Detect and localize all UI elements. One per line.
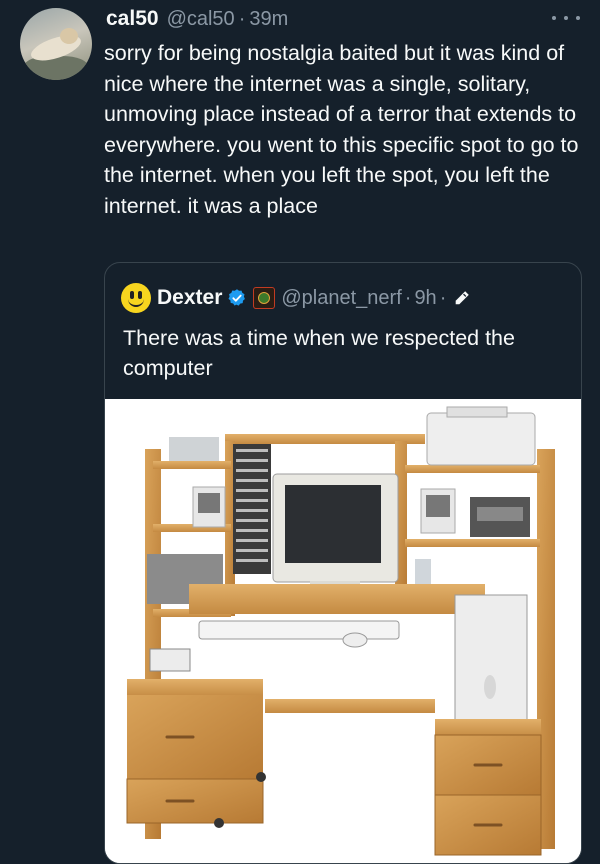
pencil-icon [456,291,470,305]
separator-dot: · [238,7,246,30]
avatar[interactable] [20,8,92,80]
tweet-media-image[interactable] [105,399,581,863]
author-display-name[interactable]: cal50 [106,7,159,31]
quoted-author-handle[interactable]: @planet_nerf [281,287,401,310]
more-horizontal-icon [552,16,556,20]
quoted-avatar[interactable] [121,283,151,313]
author-handle[interactable]: @cal50 [167,8,235,31]
verified-badge-icon [228,289,246,306]
computer-desk-photo [105,399,581,863]
separator-dot: · [404,286,412,309]
quoted-tweet-header: Dexter @planet_nerf · 9h · [121,283,471,313]
quoted-timestamp[interactable]: 9h [414,287,436,310]
tweet-header: cal50 @cal50 · 39m [106,4,288,34]
separator-dot: · [439,286,447,309]
more-options-button[interactable] [552,8,580,28]
tweet[interactable]: cal50 @cal50 · 39m sorry for being nosta… [0,0,600,864]
quoted-tweet-text: There was a time when we respected the c… [123,326,515,380]
quoted-tweet[interactable]: Dexter @planet_nerf · 9h · There was a t… [104,262,582,864]
quoted-author-display-name[interactable]: Dexter [157,286,222,310]
tweet-text: sorry for being nostalgia baited but it … [104,41,579,218]
affiliate-badge-icon [253,287,276,309]
tweet-timestamp[interactable]: 39m [249,8,288,31]
